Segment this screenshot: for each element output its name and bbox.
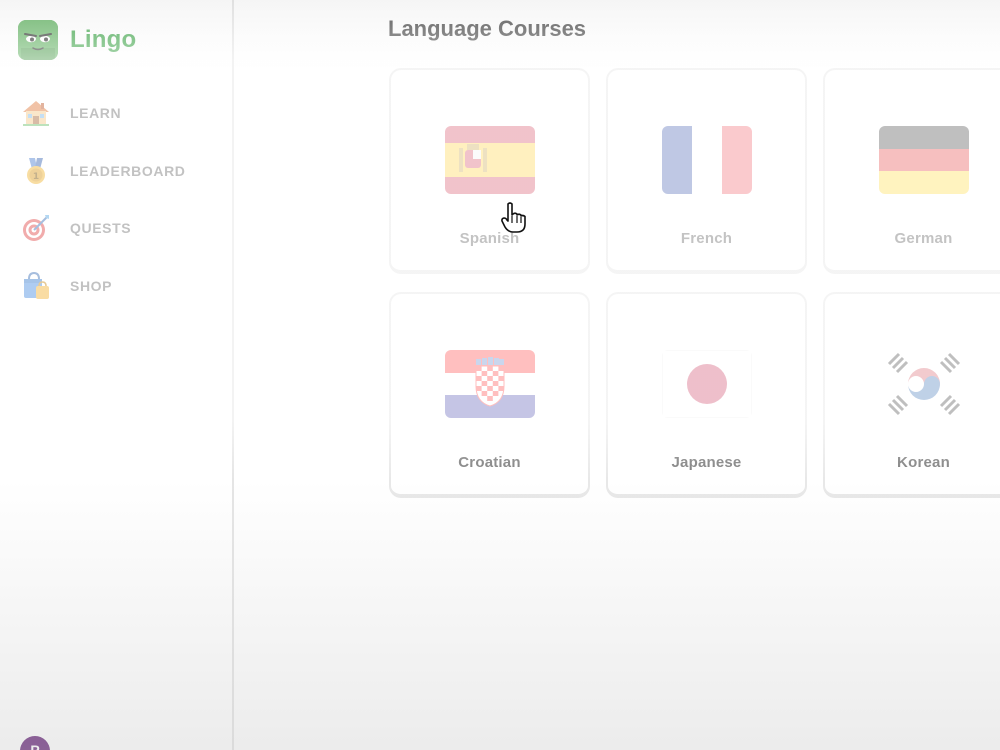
course-grid: Spanish French German Croatian Japanese … (389, 68, 1000, 508)
course-name: Croatian (458, 454, 521, 471)
house-icon (20, 97, 52, 129)
course-name: French (680, 230, 733, 247)
course-card-korean[interactable]: Korean (823, 292, 1000, 498)
croatia-flag-icon (445, 350, 535, 418)
target-icon (20, 212, 52, 244)
sidebar-item-shop[interactable]: SHOP (10, 263, 222, 309)
sidebar: Lingo LEARN 1 LEADERBOARD QUESTS SHOP P (0, 0, 234, 750)
user-avatar[interactable]: P (20, 736, 50, 750)
course-card-japanese[interactable]: Japanese (606, 292, 807, 498)
sidebar-nav: LEARN 1 LEADERBOARD QUESTS SHOP (0, 90, 232, 320)
sidebar-item-label: LEARN (70, 105, 122, 121)
sidebar-item-label: SHOP (70, 277, 113, 294)
course-name: Japanese (671, 454, 742, 471)
hand-cursor-icon (500, 202, 528, 234)
shopping-bag-icon (20, 270, 52, 302)
sidebar-item-label: LEADERBOARD (70, 162, 186, 179)
sidebar-item-quests[interactable]: QUESTS (10, 205, 222, 251)
course-name: Spanish (459, 230, 520, 247)
sidebar-item-learn[interactable]: LEARN (10, 90, 222, 136)
sidebar-item-label: QUESTS (70, 220, 132, 236)
korea-flag-icon (879, 350, 969, 418)
app-root: Lingo LEARN 1 LEADERBOARD QUESTS SHOP P … (0, 0, 1000, 750)
spain-flag-icon (445, 126, 535, 194)
main-content: Language Courses Spanish French German C… (236, 0, 1000, 750)
course-card-german[interactable]: German (823, 68, 1000, 274)
sidebar-item-leaderboard[interactable]: 1 LEADERBOARD (10, 148, 222, 194)
medal-icon: 1 (20, 155, 52, 187)
germany-flag-icon (879, 126, 969, 194)
svg-text:1: 1 (33, 172, 39, 182)
page-title: Language Courses (388, 16, 587, 41)
japan-flag-icon (662, 350, 752, 418)
course-card-croatian[interactable]: Croatian (389, 292, 590, 498)
course-name: Korean (897, 454, 950, 471)
logo[interactable]: Lingo (18, 20, 136, 60)
avatar-initial: P (30, 742, 40, 750)
france-flag-icon (662, 126, 752, 194)
app-name: Lingo (70, 26, 137, 53)
course-card-french[interactable]: French (606, 68, 807, 274)
course-card-spanish[interactable]: Spanish (389, 68, 590, 274)
course-name: German (894, 230, 953, 247)
mascot-icon (18, 20, 58, 60)
